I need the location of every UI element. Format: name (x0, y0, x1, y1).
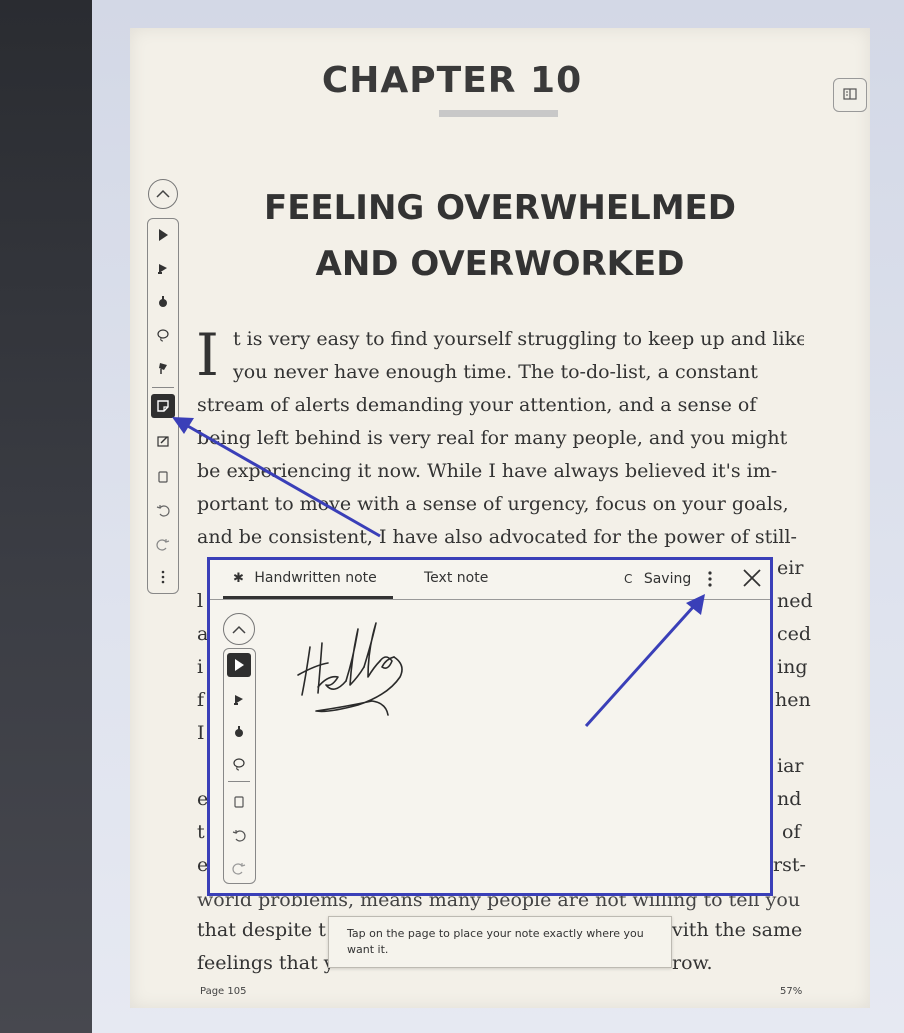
arrow-to-note-tool (172, 417, 381, 538)
annotation-overlay (172, 417, 705, 728)
arrow-to-more-button (584, 594, 705, 728)
